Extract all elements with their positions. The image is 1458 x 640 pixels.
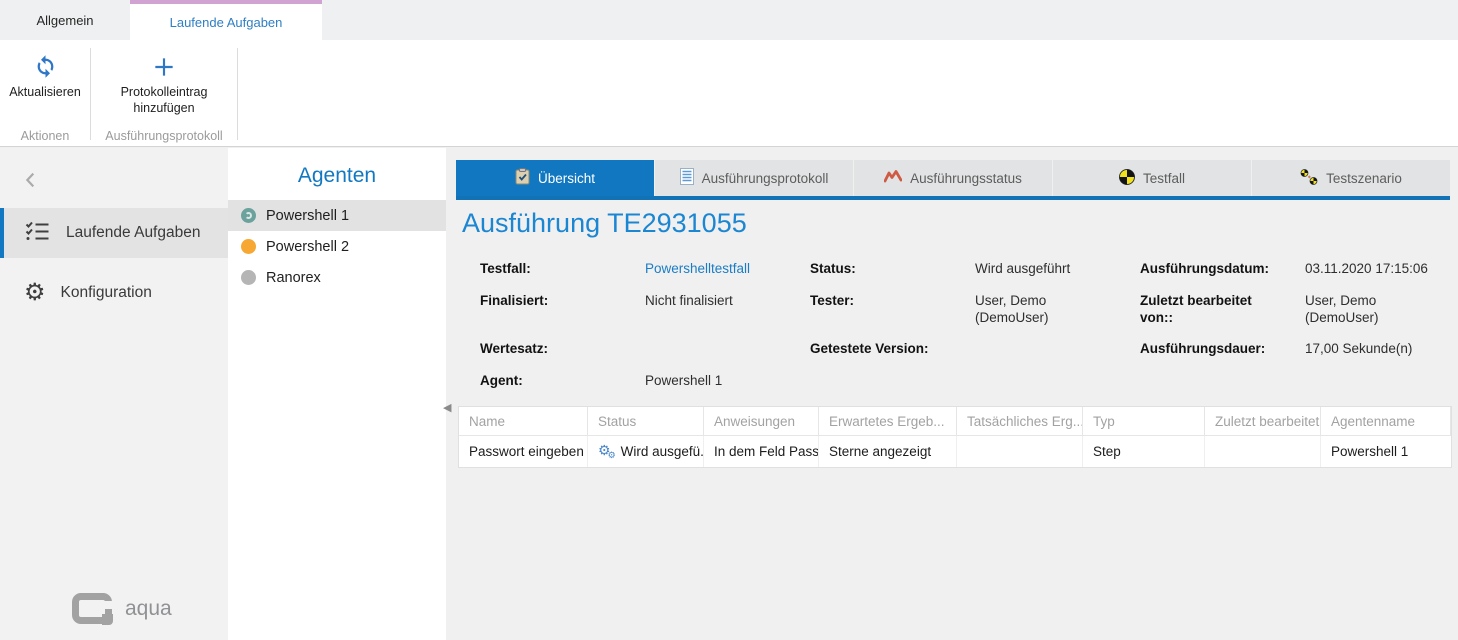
ribbon-tab-allgemein[interactable]: Allgemein — [0, 0, 130, 40]
page-title: Ausführung TE2931055 — [462, 208, 747, 239]
add-log-entry-button[interactable]: Protokolleintrag hinzufügen — [91, 46, 237, 116]
table-cell-erwartetes-ergebnis[interactable]: Sterne angezeigt — [819, 436, 957, 467]
column-header-erwartetes-ergebnis[interactable]: Erwartetes Ergeb... — [819, 407, 957, 436]
tab-testszenario[interactable]: Testszenario — [1252, 160, 1450, 196]
tab-label: Testszenario — [1326, 171, 1402, 186]
agent-name: Powershell 2 — [266, 239, 349, 255]
refresh-button-label: Aktualisieren — [0, 84, 90, 100]
column-header-agentenname[interactable]: Agentenname — [1321, 407, 1451, 436]
gear-icon: ⚙ — [24, 281, 46, 305]
detail-value-zuletzt-bearbeitet-von: User, Demo (DemoUser) — [1305, 292, 1455, 340]
ribbon-group-divider — [237, 48, 238, 140]
plus-icon — [91, 46, 237, 84]
test-disc-icon — [1119, 169, 1135, 188]
ribbon-group-label-aktionen: Aktionen — [0, 129, 90, 143]
aqua-logo-icon — [72, 593, 112, 624]
sidebar-item-laufende-aufgaben[interactable]: Laufende Aufgaben — [0, 208, 228, 258]
back-button[interactable] — [20, 168, 42, 197]
detail-label-wertesatz: Wertesatz: — [480, 340, 645, 372]
sidebar-item-konfiguration[interactable]: ⚙ Konfiguration — [0, 268, 228, 318]
detail-value-testfall-link[interactable]: Powershelltestfall — [645, 260, 810, 292]
execution-details: Testfall: Powershelltestfall Status: Wir… — [480, 260, 1455, 402]
sidebar-item-label: Laufende Aufgaben — [66, 224, 200, 242]
table-cell-name[interactable]: Passwort eingeben — [459, 436, 588, 467]
agent-status-running-icon — [241, 208, 256, 223]
chevron-left-icon — [20, 179, 42, 196]
tab-label: Ausführungsstatus — [910, 171, 1022, 186]
agents-panel-title: Agenten — [228, 148, 446, 200]
ribbon-tab-laufende-aufgaben[interactable]: Laufende Aufgaben — [130, 0, 322, 40]
column-header-tatsaechliches-ergebnis[interactable]: Tatsächliches Erg... — [957, 407, 1083, 436]
agents-panel: Agenten Powershell 1 Powershell 2 Ranore… — [228, 148, 446, 640]
detail-label-finalisiert: Finalisiert: — [480, 292, 645, 340]
tab-label: Ausführungsprotokoll — [702, 171, 829, 186]
detail-value-agent: Powershell 1 — [645, 372, 810, 402]
tab-ausfuehrungsstatus[interactable]: Ausführungsstatus — [854, 160, 1052, 196]
checklist-icon — [24, 219, 51, 248]
detail-label-getestete-version: Getestete Version: — [810, 340, 975, 372]
detail-value-tester: User, Demo (DemoUser) — [975, 292, 1140, 340]
column-header-zuletzt-bearbeitet[interactable]: Zuletzt bearbeitet... — [1205, 407, 1321, 436]
sidebar-item-label: Konfiguration — [61, 284, 152, 302]
agent-status-offline-icon — [241, 270, 256, 285]
table-cell-agentenname[interactable]: Powershell 1 — [1321, 436, 1451, 467]
detail-value-ausfuehrungsdauer: 17,00 Sekunde(n) — [1305, 340, 1455, 372]
column-header-status[interactable]: Status — [588, 407, 704, 436]
agent-status-busy-icon — [241, 239, 256, 254]
sidebar: Laufende Aufgaben ⚙ Konfiguration aqua — [0, 148, 228, 640]
steps-table: Name Status Anweisungen Erwartetes Ergeb… — [458, 406, 1452, 468]
detail-value-finalisiert: Nicht finalisiert — [645, 292, 810, 340]
detail-label-status: Status: — [810, 260, 975, 292]
panel-collapse-arrow-icon[interactable]: ◀ — [443, 403, 451, 414]
detail-label-ausfuehrungsdatum: Ausführungsdatum: — [1140, 260, 1305, 292]
main-content: Übersicht Ausführungsprotokoll Ausführun… — [446, 148, 1458, 640]
agent-name: Powershell 1 — [266, 208, 349, 224]
tab-underline — [456, 196, 1450, 200]
gears-icon: ⚙⚙ — [598, 443, 616, 460]
detail-label-testfall: Testfall: — [480, 260, 645, 292]
detail-label-agent: Agent: — [480, 372, 645, 402]
table-cell-tatsaechliches-ergebnis[interactable] — [957, 436, 1083, 467]
tab-label: Übersicht — [538, 171, 595, 186]
detail-value-status: Wird ausgeführt — [975, 260, 1140, 292]
table-cell-anweisungen[interactable]: In dem Feld Pass... — [704, 436, 819, 467]
detail-value-wertesatz — [645, 340, 810, 372]
ribbon-group-label-ausfuehrungsprotokoll: Ausführungsprotokoll — [91, 129, 237, 143]
test-scenario-icon — [1300, 169, 1318, 188]
table-cell-status[interactable]: ⚙⚙ Wird ausgefü... — [588, 436, 704, 467]
aqua-logo-text: aqua — [125, 597, 172, 621]
document-icon — [680, 168, 694, 188]
detail-value-getestete-version — [975, 340, 1140, 372]
detail-label-ausfuehrungsdauer: Ausführungsdauer: — [1140, 340, 1305, 372]
tab-label: Testfall — [1143, 171, 1185, 186]
refresh-icon — [0, 46, 90, 84]
tab-testfall[interactable]: Testfall — [1053, 160, 1251, 196]
ribbon-tabstrip: Allgemein Laufende Aufgaben — [0, 0, 1458, 40]
agent-name: Ranorex — [266, 270, 321, 286]
column-header-typ[interactable]: Typ — [1083, 407, 1205, 436]
table-cell-zuletzt-bearbeitet[interactable] — [1205, 436, 1321, 467]
aqua-logo: aqua — [72, 593, 172, 624]
ribbon-body: Aktualisieren Protokolleintrag hinzufüge… — [0, 40, 1458, 146]
tab-uebersicht[interactable]: Übersicht — [456, 160, 654, 196]
detail-value-ausfuehrungsdatum: 03.11.2020 17:15:06 — [1305, 260, 1455, 292]
column-header-name[interactable]: Name — [459, 407, 588, 436]
column-header-anweisungen[interactable]: Anweisungen — [704, 407, 819, 436]
content-tabstrip: Übersicht Ausführungsprotokoll Ausführun… — [456, 160, 1450, 196]
table-cell-typ[interactable]: Step — [1083, 436, 1205, 467]
clipboard-icon — [515, 168, 530, 188]
agent-item-ranorex[interactable]: Ranorex — [228, 262, 446, 293]
add-log-entry-button-label: Protokolleintrag hinzufügen — [99, 84, 229, 116]
agent-item-powershell-1[interactable]: Powershell 1 — [228, 200, 446, 231]
tab-ausfuehrungsprotokoll[interactable]: Ausführungsprotokoll — [655, 160, 853, 196]
agent-item-powershell-2[interactable]: Powershell 2 — [228, 231, 446, 262]
detail-label-tester: Tester: — [810, 292, 975, 340]
ribbon: Allgemein Laufende Aufgaben Aktualisiere… — [0, 0, 1458, 147]
detail-label-zuletzt-bearbeitet-von: Zuletzt bearbeitet von:: — [1140, 292, 1305, 340]
refresh-button[interactable]: Aktualisieren — [0, 46, 90, 100]
pulse-icon — [884, 170, 902, 186]
